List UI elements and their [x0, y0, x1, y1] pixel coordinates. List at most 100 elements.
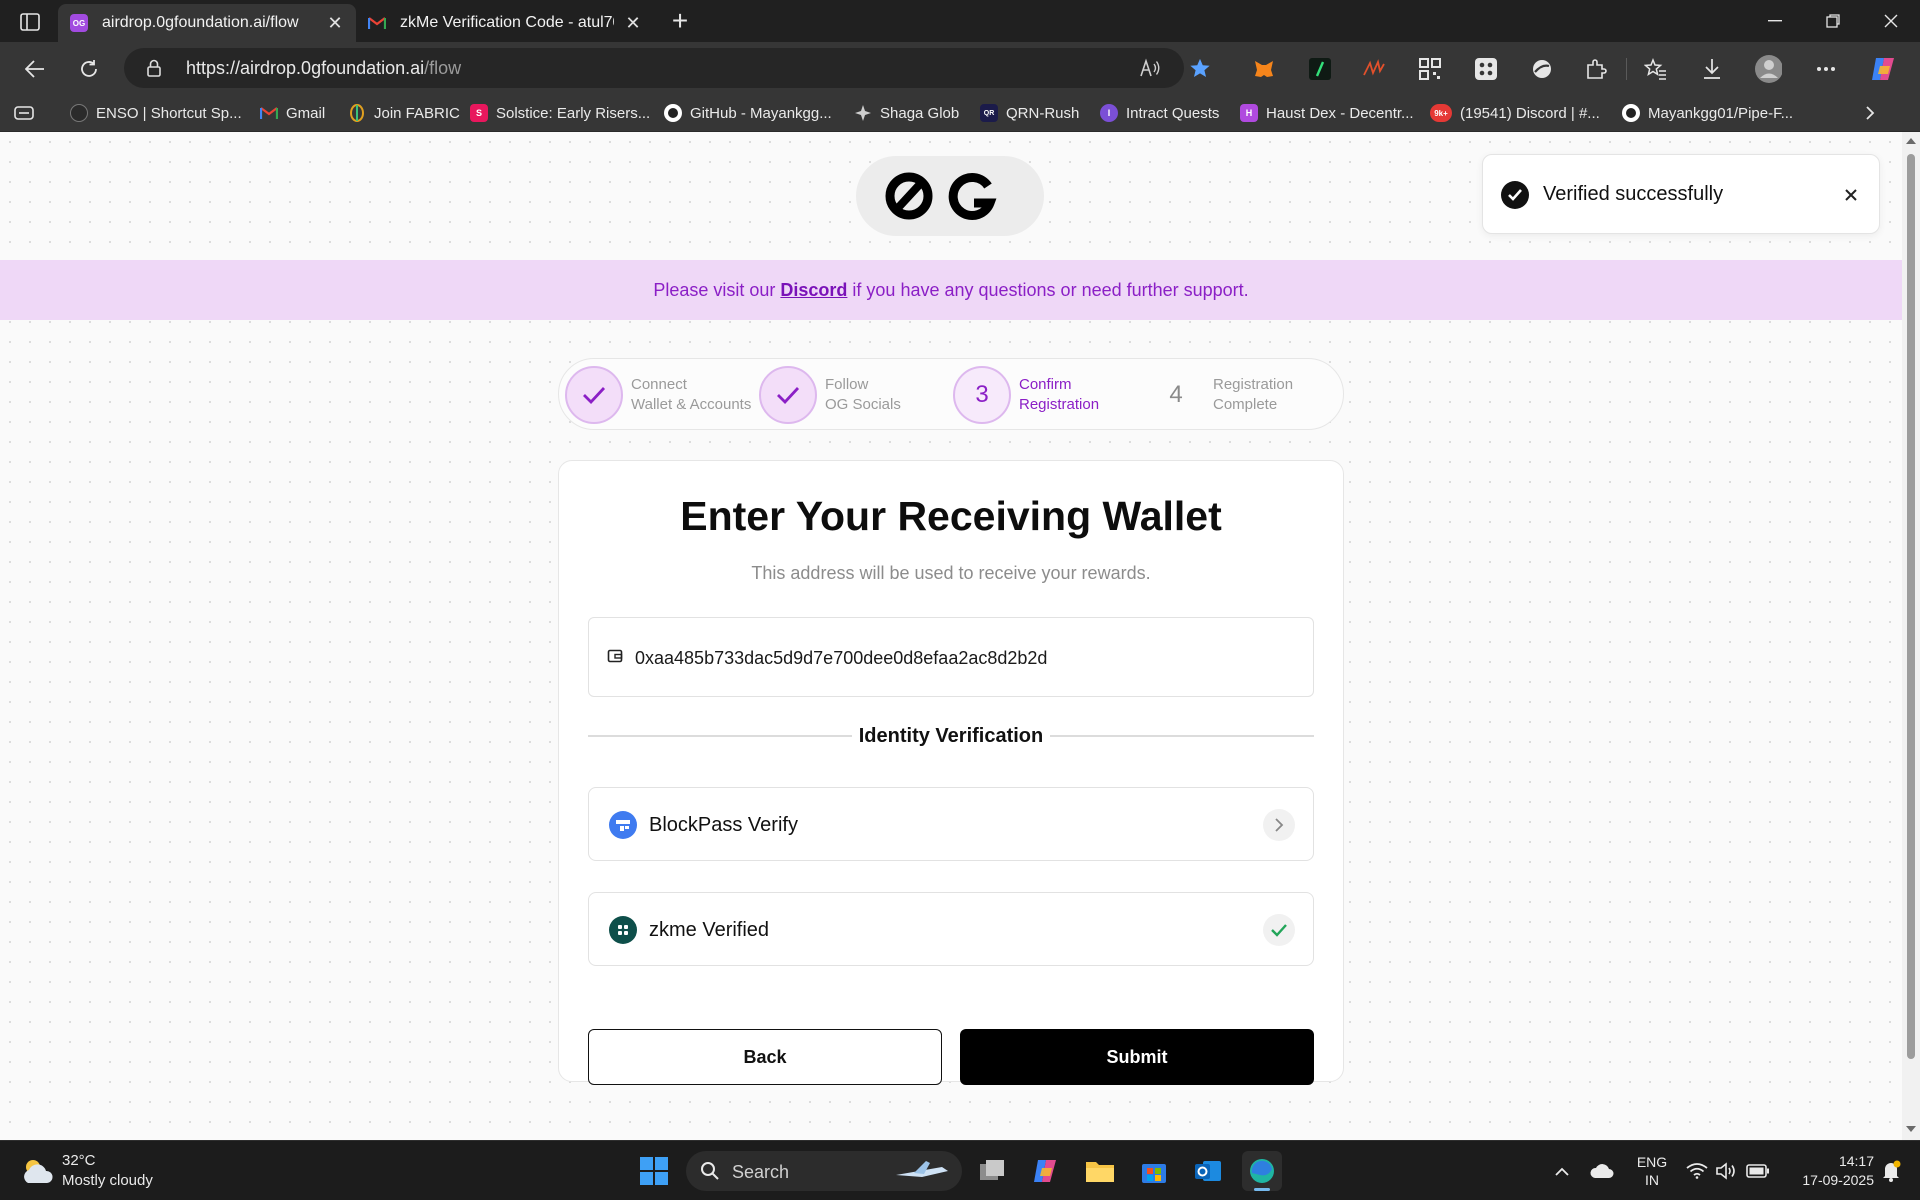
address-bar[interactable]: https://airdrop.0gfoundation.ai/flow — [124, 48, 1210, 88]
apps-grid-icon[interactable] — [1472, 55, 1500, 83]
bookmark-label: Haust Dex - Decentr... — [1266, 104, 1414, 122]
microsoft-store-icon[interactable] — [1134, 1151, 1174, 1191]
taskbar-search[interactable]: Search — [686, 1151, 962, 1191]
submit-button[interactable]: Submit — [960, 1029, 1314, 1085]
bookmark-gmail[interactable]: Gmail — [260, 100, 325, 126]
extensions-puzzle-icon[interactable] — [1582, 55, 1610, 83]
wallet-address-field[interactable]: 0xaa485b733dac5d9d7e700dee0d8efaa2ac8d2b… — [588, 617, 1314, 697]
clock[interactable]: 14:17 17-09-2025 — [1782, 1151, 1874, 1191]
restore-icon[interactable] — [1804, 0, 1862, 42]
globe-extension-icon[interactable] — [1528, 55, 1556, 83]
profile-avatar-icon[interactable] — [1754, 55, 1782, 83]
tab-actions-icon[interactable] — [14, 10, 46, 34]
wave-extension-icon[interactable] — [1360, 55, 1388, 83]
file-explorer-icon[interactable] — [1080, 1151, 1120, 1191]
chevron-right-icon[interactable] — [1263, 809, 1295, 841]
check-circle-icon — [1501, 181, 1529, 209]
tab-airdrop[interactable]: OG airdrop.0gfoundation.ai/flow ✕ — [58, 4, 356, 42]
close-window-icon[interactable] — [1862, 0, 1920, 42]
bookmark-shaga[interactable]: Shaga Glob — [854, 100, 959, 126]
airplane-highlight-icon — [896, 1161, 948, 1177]
tab-title: zkMe Verification Code - atul7066 — [400, 14, 614, 31]
close-tab-icon[interactable]: ✕ — [624, 13, 642, 34]
onedrive-cloud-icon[interactable] — [1588, 1151, 1616, 1191]
read-aloud-icon[interactable] — [1138, 56, 1162, 80]
copilot-taskbar-icon[interactable] — [1026, 1151, 1066, 1191]
volume-icon[interactable] — [1714, 1151, 1740, 1191]
bookmark-enso[interactable]: ENSO | Shortcut Sp... — [70, 100, 242, 126]
language-indicator[interactable]: ENG IN — [1628, 1151, 1676, 1191]
reading-list-icon[interactable] — [14, 100, 34, 126]
bookmark-label: Intract Quests — [1126, 104, 1220, 122]
url-text[interactable]: https://airdrop.0gfoundation.ai/flow — [186, 58, 461, 79]
bookmark-discord[interactable]: 9k+ (19541) Discord | #... — [1430, 100, 1600, 126]
og-logo-icon — [885, 172, 997, 220]
edge-browser-icon[interactable] — [1242, 1151, 1282, 1191]
og-logo[interactable] — [856, 156, 1044, 236]
step-label: Follow OG Socials — [825, 375, 901, 415]
step-follow-socials: Follow OG Socials — [759, 365, 901, 425]
blockpass-verify-row[interactable]: BlockPass Verify — [588, 787, 1314, 861]
wallet-address-value[interactable]: 0xaa485b733dac5d9d7e700dee0d8efaa2ac8d2b… — [635, 648, 1047, 669]
bookmark-fabric[interactable]: Join FABRIC — [348, 100, 460, 126]
wallet-card: Enter Your Receiving Wallet This address… — [558, 460, 1344, 1085]
url-path: /flow — [424, 58, 462, 78]
terminal-extension-icon[interactable] — [1306, 55, 1334, 83]
minimize-icon[interactable] — [1746, 0, 1804, 42]
bookmark-intract[interactable]: I Intract Quests — [1100, 100, 1219, 126]
more-bookmarks-chevron-icon[interactable] — [1864, 100, 1876, 126]
identity-verification-divider: Identity Verification — [588, 725, 1314, 747]
section-title: Identity Verification — [858, 725, 1044, 747]
start-windows-icon[interactable] — [634, 1151, 674, 1191]
success-toast: Verified successfully — [1482, 154, 1880, 234]
scroll-down-icon[interactable] — [1906, 1126, 1916, 1132]
bookmark-qrn-rush[interactable]: QR QRN-Rush — [980, 100, 1079, 126]
outlook-icon[interactable] — [1188, 1151, 1228, 1191]
downloads-icon[interactable] — [1698, 55, 1726, 83]
step-label-line: Connect — [631, 376, 687, 393]
card-subtitle: This address will be used to receive you… — [751, 563, 1151, 583]
close-toast-icon[interactable] — [1837, 181, 1865, 209]
qrn-icon: QR — [980, 104, 998, 122]
favorite-star-icon[interactable] — [1188, 56, 1212, 80]
bookmark-github-mayankgg[interactable]: GitHub - Mayankgg... — [664, 100, 832, 126]
zkme-verified-row[interactable]: zkme Verified — [588, 892, 1314, 966]
check-icon — [565, 366, 623, 424]
lock-icon[interactable] — [146, 58, 162, 83]
step-label-line: Wallet & Accounts — [631, 396, 752, 413]
solstice-icon: S — [470, 104, 488, 122]
notification-bell-icon[interactable] — [1876, 1151, 1906, 1191]
check-icon — [759, 366, 817, 424]
discord-link[interactable]: Discord — [780, 280, 847, 300]
back-button[interactable]: Back — [588, 1029, 942, 1085]
more-options-icon[interactable] — [1812, 55, 1840, 83]
scrollbar-thumb[interactable] — [1907, 154, 1915, 1059]
favorites-icon[interactable] — [1642, 55, 1670, 83]
wifi-icon[interactable] — [1684, 1151, 1710, 1191]
back-arrow-icon[interactable] — [18, 52, 52, 86]
weather-widget[interactable]: 32°C Mostly cloudy — [20, 1151, 153, 1191]
enso-icon — [70, 104, 88, 122]
battery-icon[interactable] — [1744, 1151, 1772, 1191]
discord-icon: 9k+ — [1430, 104, 1452, 122]
bookmark-github-pipe[interactable]: Mayankgg01/Pipe-F... — [1622, 100, 1793, 126]
task-view-icon[interactable] — [972, 1151, 1012, 1191]
metamask-icon[interactable] — [1250, 55, 1278, 83]
copilot-icon[interactable] — [1870, 55, 1898, 83]
tab-zkme-email[interactable]: zkMe Verification Code - atul7066 ✕ — [356, 4, 654, 42]
bookmark-label: QRN-Rush — [1006, 104, 1080, 122]
show-hidden-icons-chevron-icon[interactable] — [1550, 1151, 1574, 1191]
bookmark-label: Shaga Glob — [880, 104, 960, 122]
close-tab-icon[interactable]: ✕ — [326, 13, 344, 34]
scroll-up-icon[interactable] — [1906, 138, 1916, 144]
step-label: Connect Wallet & Accounts — [631, 375, 751, 415]
qr-code-icon[interactable] — [1416, 55, 1444, 83]
refresh-icon[interactable] — [72, 52, 106, 86]
clock-date: 17-09-2025 — [1802, 1172, 1874, 1188]
bookmark-haust[interactable]: H Haust Dex - Decentr... — [1240, 100, 1414, 126]
bookmarks-bar: ENSO | Shortcut Sp... Gmail Join FABRIC … — [0, 94, 1920, 132]
page-scrollbar[interactable] — [1902, 132, 1920, 1140]
new-tab-button[interactable]: + — [660, 6, 700, 38]
bookmark-solstice[interactable]: S Solstice: Early Risers... — [470, 100, 650, 126]
tab-title: airdrop.0gfoundation.ai/flow — [102, 14, 299, 31]
